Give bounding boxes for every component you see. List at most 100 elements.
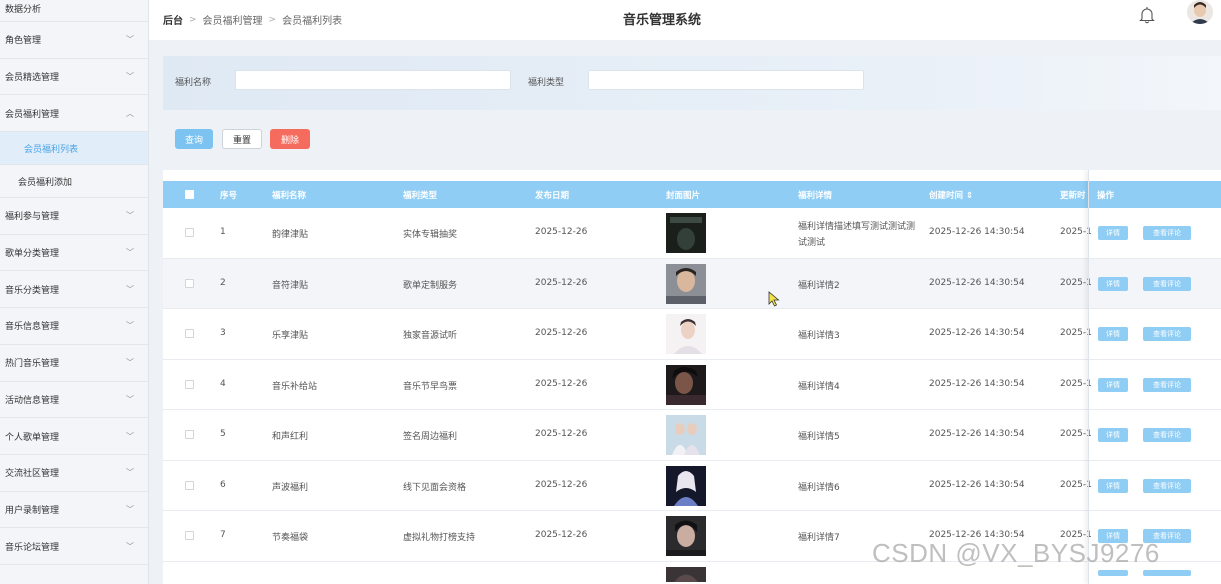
sidebar-item-member-picks[interactable]: 会员精选管理 ﹀: [0, 59, 148, 96]
sidebar-item-roles[interactable]: 角色管理 ﹀: [0, 22, 148, 59]
row-checkbox[interactable]: [185, 430, 194, 439]
sidebar-item-playlist-category[interactable]: 歌单分类管理 ﹀: [0, 235, 148, 272]
benefit-table: 序号 福利名称 福利类型 发布日期 封面图片 福利详情 创建时间 ⇕ 更新时 操…: [163, 170, 1221, 584]
cell-name: 和声红利: [272, 432, 309, 442]
cell-date: 2025-12-26: [535, 328, 588, 338]
cover-image: [666, 213, 706, 253]
delete-button[interactable]: 删除: [270, 129, 310, 149]
query-button[interactable]: 查询: [175, 129, 213, 149]
benefit-type-input[interactable]: [588, 70, 864, 90]
col-no: 序号: [220, 191, 238, 201]
cell-type: 音乐节早鸟票: [403, 381, 458, 392]
sidebar-item-hot-music[interactable]: 热门音乐管理 ﹀: [0, 345, 148, 382]
cell-date: 2025-12-26: [535, 277, 588, 288]
cell-detail: 福利详情7: [798, 533, 840, 543]
chevron-down-icon: ﹀: [126, 211, 134, 221]
table-row: 5 和声红利 签名周边福利 2025-12-26 福利详情5 2025-12-2…: [163, 410, 1221, 461]
col-cover: 封面图片: [666, 191, 701, 201]
breadcrumb-item[interactable]: 会员福利管理: [203, 12, 263, 27]
sidebar-subitem-benefit-list[interactable]: 会员福利列表: [0, 132, 148, 166]
cell-created: 2025-12-26 14:30:54: [929, 227, 1025, 237]
row-checkbox[interactable]: [185, 480, 194, 490]
chevron-down-icon: ﹀: [126, 541, 134, 551]
cell-detail: 福利详情6: [798, 482, 840, 493]
cell-no: 4: [220, 378, 226, 389]
row-checkbox[interactable]: [185, 531, 194, 540]
sidebar-item-music-category[interactable]: 音乐分类管理 ﹀: [0, 271, 148, 309]
cell-created: 2025-12-26 14:30:54: [929, 479, 1025, 490]
cell-no: 2: [220, 277, 226, 288]
sidebar-subitem-benefit-add[interactable]: 会员福利添加: [0, 165, 148, 199]
cover-image: [666, 263, 706, 304]
col-date: 发布日期: [535, 191, 570, 201]
cover-image: [666, 516, 706, 556]
table-row: 2 音符津贴 歌单定制服务 2025-12-26 福利详情2 2025-12-2…: [163, 258, 1221, 309]
cell-no: 1: [220, 227, 226, 237]
table-row: 1 韵律津贴 实体专辑抽奖 2025-12-26 福利详情描述填写测试测试测试测…: [163, 208, 1221, 259]
cell-name: 音乐补给站: [272, 381, 318, 392]
chevron-down-icon: ﹀: [126, 35, 134, 45]
sidebar-item-member-benefits[interactable]: 会员福利管理 ︿: [0, 95, 148, 133]
cell-name: 声波福利: [272, 482, 309, 493]
row-checkbox[interactable]: [185, 228, 194, 237]
chevron-right-icon: >: [189, 14, 197, 25]
cover-image: [666, 314, 706, 354]
bell-icon[interactable]: [1139, 6, 1155, 24]
cover-image: [666, 364, 706, 405]
cell-type: 实体专辑抽奖: [403, 230, 458, 240]
chevron-down-icon: ﹀: [126, 431, 134, 441]
table-row: 6 声波福利 线下见面会资格 2025-12-26 福利详情6 2025-12-…: [163, 461, 1221, 511]
cell-created: 2025-12-26 14:30:54: [929, 378, 1025, 389]
table-row: 4 音乐补给站 音乐节早鸟票 2025-12-26 福利详情4 2025-12-…: [163, 360, 1221, 410]
sidebar-item-user-recording[interactable]: 用户录制管理 ﹀: [0, 492, 148, 529]
col-name: 福利名称: [272, 191, 307, 201]
cell-detail: 福利详情2: [798, 280, 840, 291]
top-header: 后台 > 会员福利管理 > 会员福利列表 音乐管理系统: [149, 0, 1221, 40]
watermark: CSDN @VX_BYSJ9276: [872, 538, 1160, 568]
row-checkbox[interactable]: [185, 278, 194, 288]
cell-detail: 福利详情5: [798, 432, 840, 442]
sidebar-item-music-info[interactable]: 音乐信息管理 ﹀: [0, 308, 148, 345]
cell-date: 2025-12-26: [535, 429, 588, 439]
breadcrumb: 后台 > 会员福利管理 > 会员福利列表: [163, 12, 342, 28]
chevron-down-icon: ﹀: [126, 358, 134, 368]
sidebar-item-music-forum[interactable]: 音乐论坛管理 ﹀: [0, 528, 148, 565]
reset-button[interactable]: 重置: [222, 129, 262, 149]
chevron-down-icon: ﹀: [126, 284, 134, 294]
col-detail: 福利详情: [798, 191, 833, 201]
cell-no: 3: [220, 328, 226, 338]
sidebar-item-benefit-participation[interactable]: 福利参与管理 ﹀: [0, 198, 148, 235]
chevron-down-icon: ﹀: [126, 394, 134, 404]
cell-name: 韵律津贴: [272, 230, 309, 240]
sidebar-item-activity-info[interactable]: 活动信息管理 ﹀: [0, 382, 148, 419]
select-all-checkbox[interactable]: [185, 190, 194, 199]
col-type: 福利类型: [403, 191, 438, 201]
mouse-cursor-icon: [768, 291, 780, 307]
fixed-actions-column: [1088, 170, 1221, 584]
cell-date: 2025-12-26: [535, 378, 588, 389]
benefit-name-label: 福利名称: [175, 78, 212, 88]
chevron-down-icon: ﹀: [126, 504, 134, 514]
chevron-down-icon: ﹀: [126, 468, 134, 478]
col-created-sortable[interactable]: 创建时间 ⇕: [929, 189, 973, 201]
table-row: 3 乐享津贴 独家音源试听 2025-12-26 福利详情3 2025-12-2…: [163, 309, 1221, 360]
cell-type: 签名周边福利: [403, 432, 458, 442]
row-checkbox[interactable]: [185, 329, 194, 338]
sidebar-item-data-analysis[interactable]: 数据分析: [0, 0, 148, 22]
chevron-up-icon: ︿: [126, 108, 134, 118]
cell-detail: 福利详情4: [798, 381, 840, 392]
cell-name: 音符津贴: [272, 280, 309, 291]
table-body: 1 韵律津贴 实体专辑抽奖 2025-12-26 福利详情描述填写测试测试测试测…: [163, 208, 1221, 582]
chevron-right-icon: >: [268, 14, 277, 25]
cell-created: 2025-12-26 14:30:54: [929, 429, 1025, 439]
sidebar-item-personal-playlist[interactable]: 个人歌单管理 ﹀: [0, 418, 148, 455]
cell-no: 7: [220, 530, 226, 540]
benefit-name-input[interactable]: [235, 70, 511, 90]
breadcrumb-home[interactable]: 后台: [163, 12, 183, 27]
row-checkbox[interactable]: [185, 379, 194, 389]
sidebar-item-community[interactable]: 交流社区管理 ﹀: [0, 455, 148, 492]
page-title: 音乐管理系统: [623, 13, 702, 28]
avatar[interactable]: [1187, 0, 1213, 24]
cell-name: 乐享津贴: [272, 331, 309, 341]
col-updated: 更新时: [1060, 191, 1086, 201]
